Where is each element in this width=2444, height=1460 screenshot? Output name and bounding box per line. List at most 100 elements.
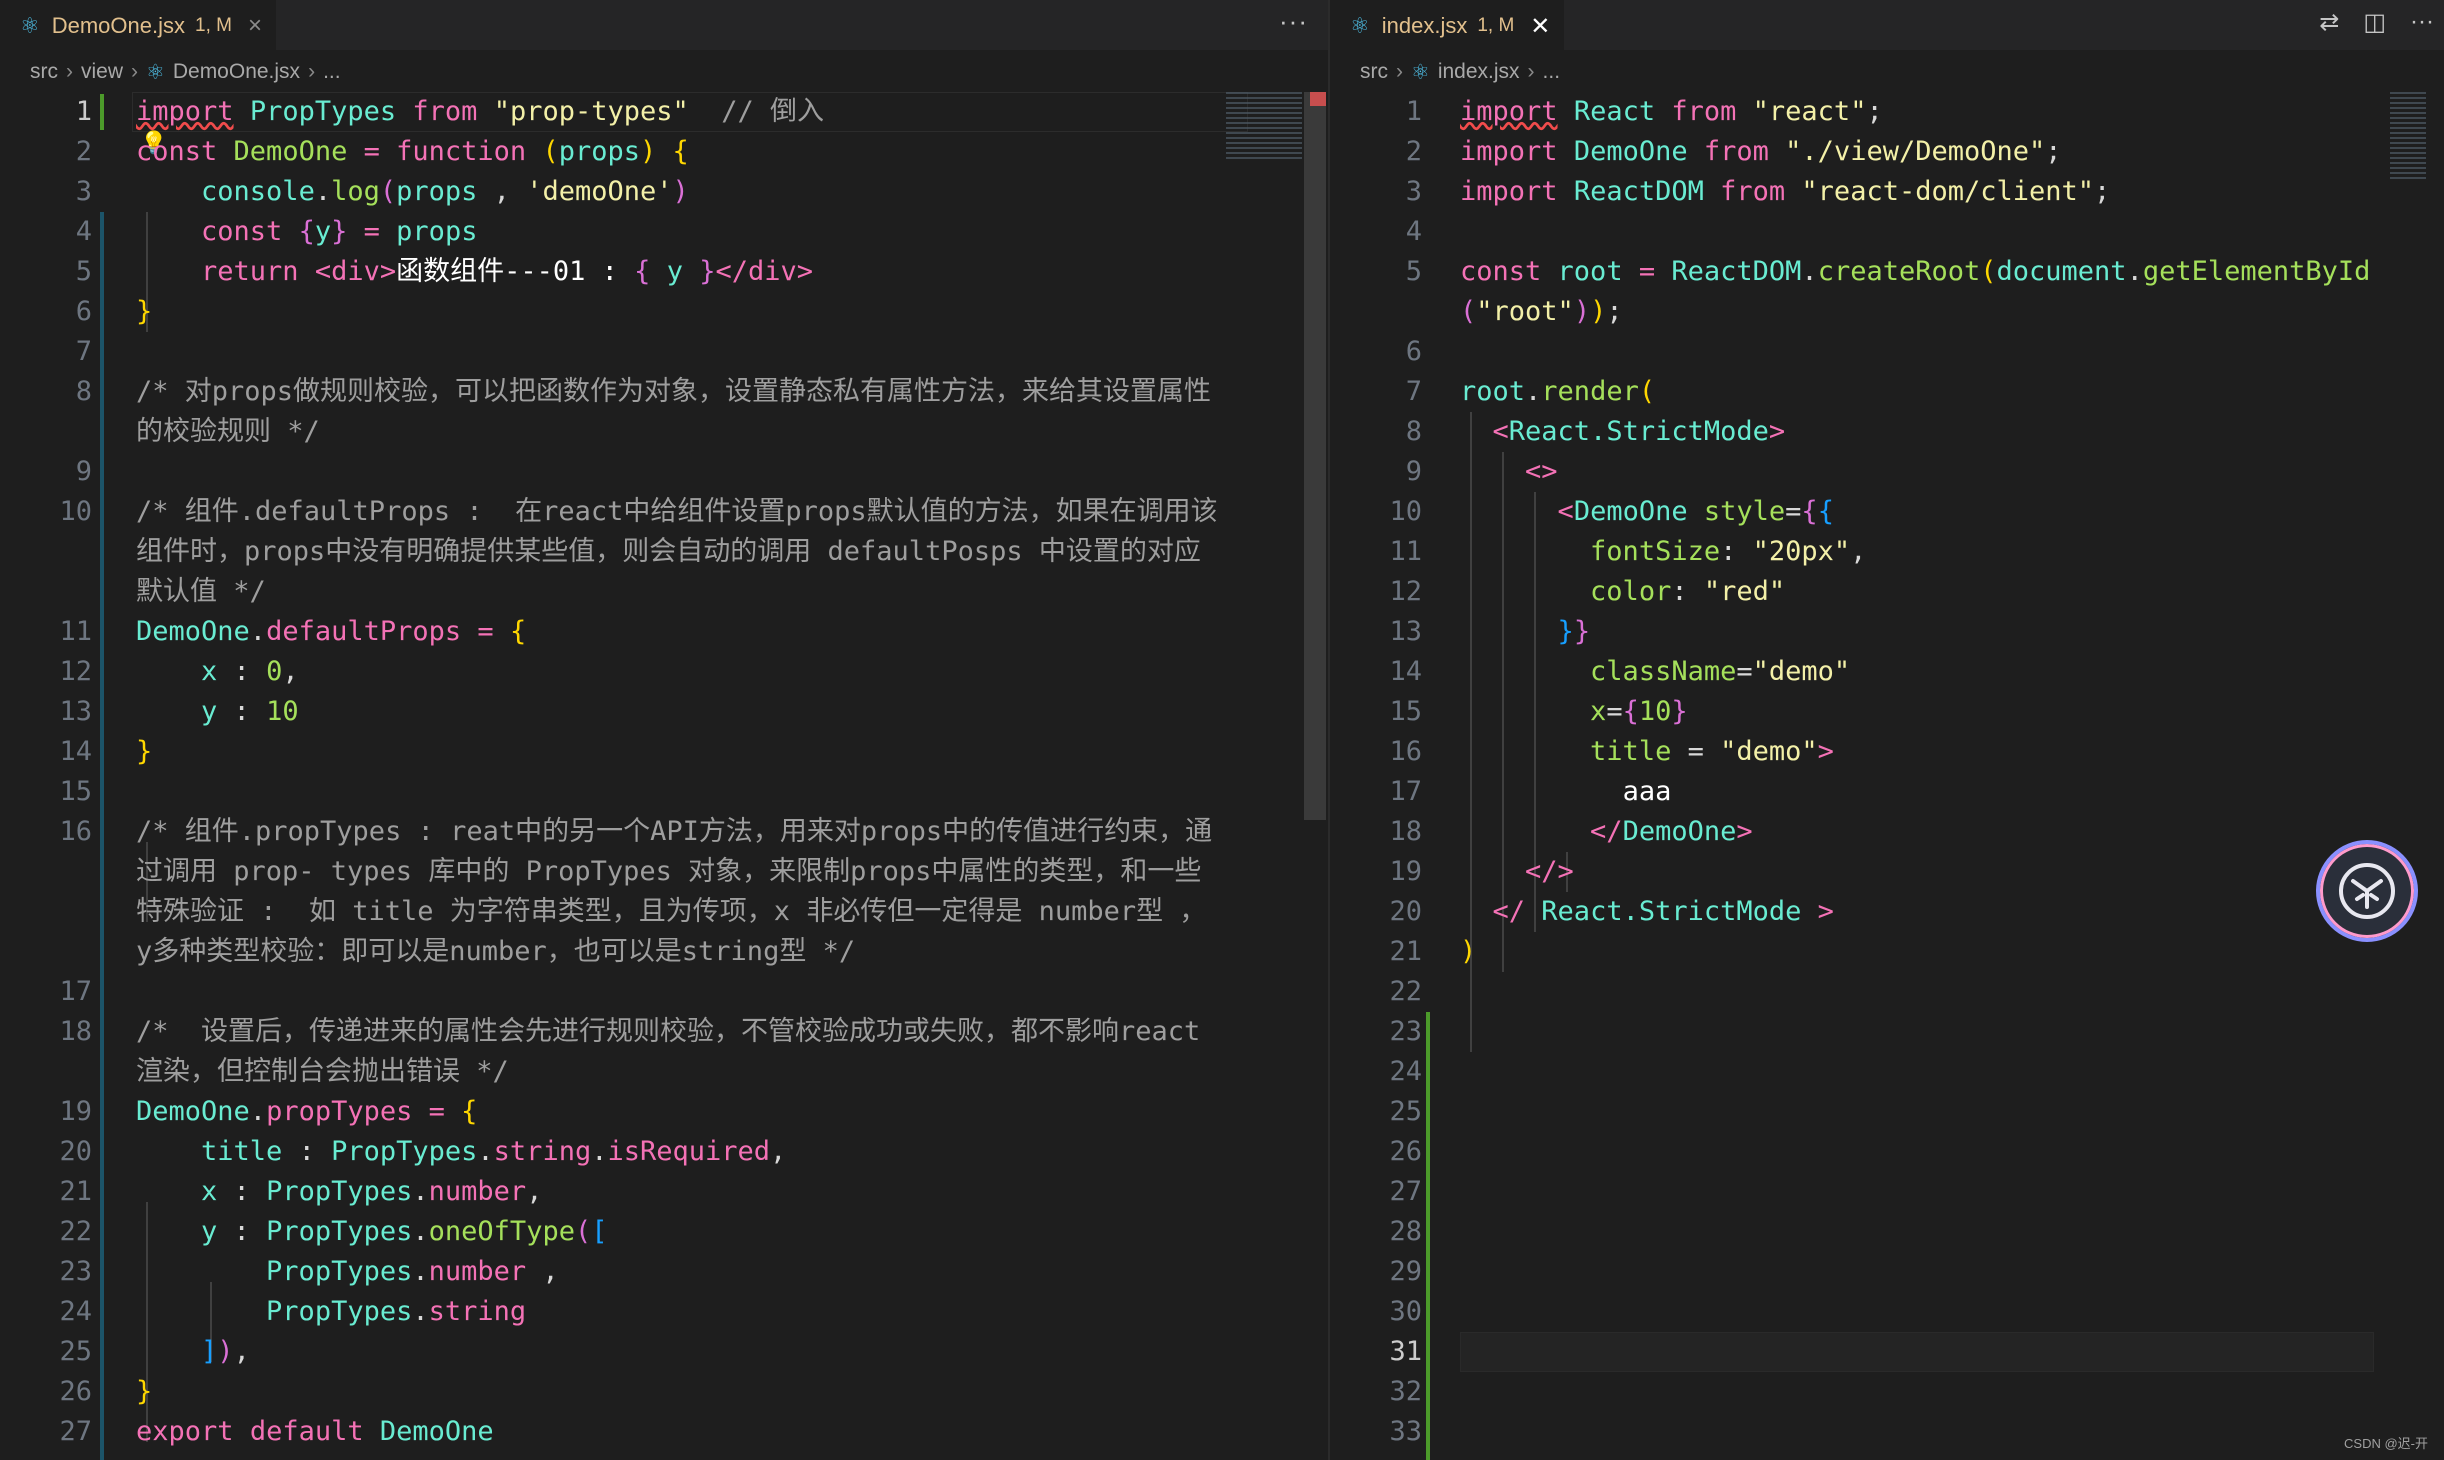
code-token: )	[1590, 296, 1607, 327]
code-line[interactable]: title : PropTypes.string.isRequired,	[136, 1132, 786, 1172]
editor-window: ⚛ DemoOne.jsx 1, M × ··· src › view › ⚛ …	[0, 0, 2444, 1460]
code-line[interactable]: import PropTypes from "prop-types" // 倒入	[136, 92, 824, 132]
code-line[interactable]: import DemoOne from "./view/DemoOne";	[1460, 132, 2062, 172]
breadcrumb-file[interactable]: DemoOne.jsx	[173, 60, 300, 84]
code-line[interactable]: x : PropTypes.number,	[136, 1172, 542, 1212]
code-line[interactable]: color: "red"	[1460, 572, 1785, 612]
git-added-gutter	[1426, 1012, 1430, 1460]
code-line[interactable]: /* 对props做规则校验，可以把函数作为对象，设置静态私有属性方法，来给其设…	[136, 372, 1211, 412]
breadcrumb-view[interactable]: view	[81, 60, 123, 84]
code-line[interactable]: return <div>函数组件---01 : { y }</div>	[136, 252, 813, 292]
code-line[interactable]: <>	[1460, 452, 1558, 492]
split-editor-icon[interactable]: ◫	[2363, 8, 2386, 37]
code-line[interactable]: </>	[1460, 852, 1574, 892]
code-token: ,	[1850, 536, 1867, 567]
code-line[interactable]: console.log(props , 'demoOne')	[136, 172, 689, 212]
code-line[interactable]: 渲染，但控制台会抛出错误 */	[136, 1052, 509, 1092]
code-line[interactable]: 组件时，props中没有明确提供某些值，则会自动的调用 defaultPosps…	[136, 532, 1201, 572]
breadcrumb-symbol[interactable]: ...	[1543, 60, 1561, 84]
code-line[interactable]: PropTypes.number ,	[136, 1252, 559, 1292]
code-line[interactable]: aaa	[1460, 772, 1672, 812]
close-icon[interactable]: ✕	[1530, 12, 1550, 41]
code-token: defaultProps	[266, 616, 462, 647]
code-token: .	[412, 1216, 429, 1247]
code-token: isRequired	[607, 1136, 771, 1167]
code-line[interactable]: /* 设置后，传递进来的属性会先进行规则校验，不管校验成功或失败，都不影响rea…	[136, 1012, 1200, 1052]
compare-changes-icon[interactable]: ⇄	[2319, 8, 2339, 37]
code-line[interactable]: ("root"));	[1460, 292, 1623, 332]
code-line[interactable]: x={10}	[1460, 692, 1688, 732]
minimap[interactable]	[2390, 92, 2426, 182]
close-icon[interactable]: ×	[248, 12, 262, 40]
code-token: PropTypes	[266, 1176, 413, 1207]
breadcrumb-src[interactable]: src	[1360, 60, 1388, 84]
minimap[interactable]	[1226, 92, 1302, 162]
line-number: 22	[59, 1216, 92, 1247]
breadcrumb-symbol[interactable]: ...	[323, 60, 341, 84]
assistant-avatar-icon[interactable]	[2316, 840, 2418, 942]
code-line[interactable]: x : 0,	[136, 652, 299, 692]
code-line[interactable]: import ReactDOM from "react-dom/client";	[1460, 172, 2110, 212]
code-line[interactable]: </DemoOne>	[1460, 812, 1753, 852]
code-line[interactable]: 的校验规则 */	[136, 412, 320, 452]
breadcrumb-src[interactable]: src	[30, 60, 58, 84]
line-number: 11	[59, 616, 92, 647]
code-token: from	[1703, 136, 1769, 167]
code-line[interactable]: )	[1460, 932, 1476, 972]
code-line[interactable]: DemoOne.defaultProps = {	[136, 612, 526, 652]
tab-index[interactable]: ⚛ index.jsx 1, M ✕	[1330, 0, 1565, 50]
code-line[interactable]: <DemoOne style={{	[1460, 492, 1834, 532]
more-actions-icon[interactable]: ···	[2410, 8, 2434, 37]
code-line[interactable]: 特殊验证 : 如 title 为字符串类型，且为传项，x 非必传但一定得是 nu…	[136, 892, 1206, 932]
tab-demoone[interactable]: ⚛ DemoOne.jsx 1, M ×	[0, 0, 276, 50]
code-line[interactable]: }	[136, 1372, 152, 1412]
line-number: 27	[1389, 1176, 1422, 1207]
code-line[interactable]: y : 10	[136, 692, 299, 732]
code-line[interactable]: className="demo"	[1460, 652, 1850, 692]
code-line[interactable]: DemoOne.propTypes = {	[136, 1092, 477, 1132]
code-token: }	[136, 296, 153, 327]
code-line[interactable]: <React.StrictMode>	[1460, 412, 1786, 452]
code-line[interactable]: 默认值 */	[136, 572, 266, 612]
code-line[interactable]: title = "demo">	[1460, 732, 1834, 772]
line-number: 13	[1389, 616, 1422, 647]
code-line[interactable]: }	[136, 292, 152, 332]
code-line[interactable]: y : PropTypes.oneOfType([	[136, 1212, 607, 1252]
code-line[interactable]: root.render(	[1460, 372, 1655, 412]
code-line[interactable]: /* 组件.propTypes : reat中的另一个API方法，用来对prop…	[136, 812, 1212, 852]
code-editor[interactable]: 💡 1 import PropTypes from "prop-types" //…	[0, 92, 1328, 1460]
code-token: render	[1541, 376, 1639, 407]
code-token: (	[379, 176, 397, 207]
code-line[interactable]: }	[136, 732, 152, 772]
code-token: ;	[2045, 136, 2062, 167]
code-line[interactable]: const DemoOne = function (props) {	[136, 132, 689, 172]
code-line[interactable]: 过调用 prop- types 库中的 PropTypes 对象，来限制prop…	[136, 852, 1201, 892]
code-line[interactable]: export default DemoOne	[136, 1412, 494, 1452]
code-line[interactable]: /* 组件.defaultProps : 在react中给组件设置props默认…	[136, 492, 1218, 532]
code-line[interactable]: import React from "react";	[1460, 92, 1883, 132]
code-token: default	[249, 1416, 364, 1447]
code-token: function	[396, 136, 527, 167]
code-line[interactable]: const {y} = props	[136, 212, 477, 252]
code-editor[interactable]: 1 import React from "react"; 2 import DemoO…	[1330, 92, 2444, 1460]
code-line[interactable]: y多种类型校验：即可以是number，也可以是string型 */	[136, 932, 855, 972]
code-line[interactable]: ]),	[136, 1332, 250, 1372]
code-line[interactable]: }}	[1460, 612, 1591, 652]
vertical-scrollbar[interactable]	[1304, 92, 1326, 820]
breadcrumb-file[interactable]: index.jsx	[1438, 60, 1520, 84]
code-line[interactable]: PropTypes.string	[136, 1292, 526, 1332]
code-line[interactable]: </ React.StrictMode >	[1460, 892, 1834, 932]
more-actions-icon[interactable]: ···	[1279, 6, 1308, 37]
code-line[interactable]: fontSize: "20px",	[1460, 532, 1866, 572]
code-line[interactable]: const root = ReactDOM.createRoot(documen…	[1460, 252, 2370, 292]
